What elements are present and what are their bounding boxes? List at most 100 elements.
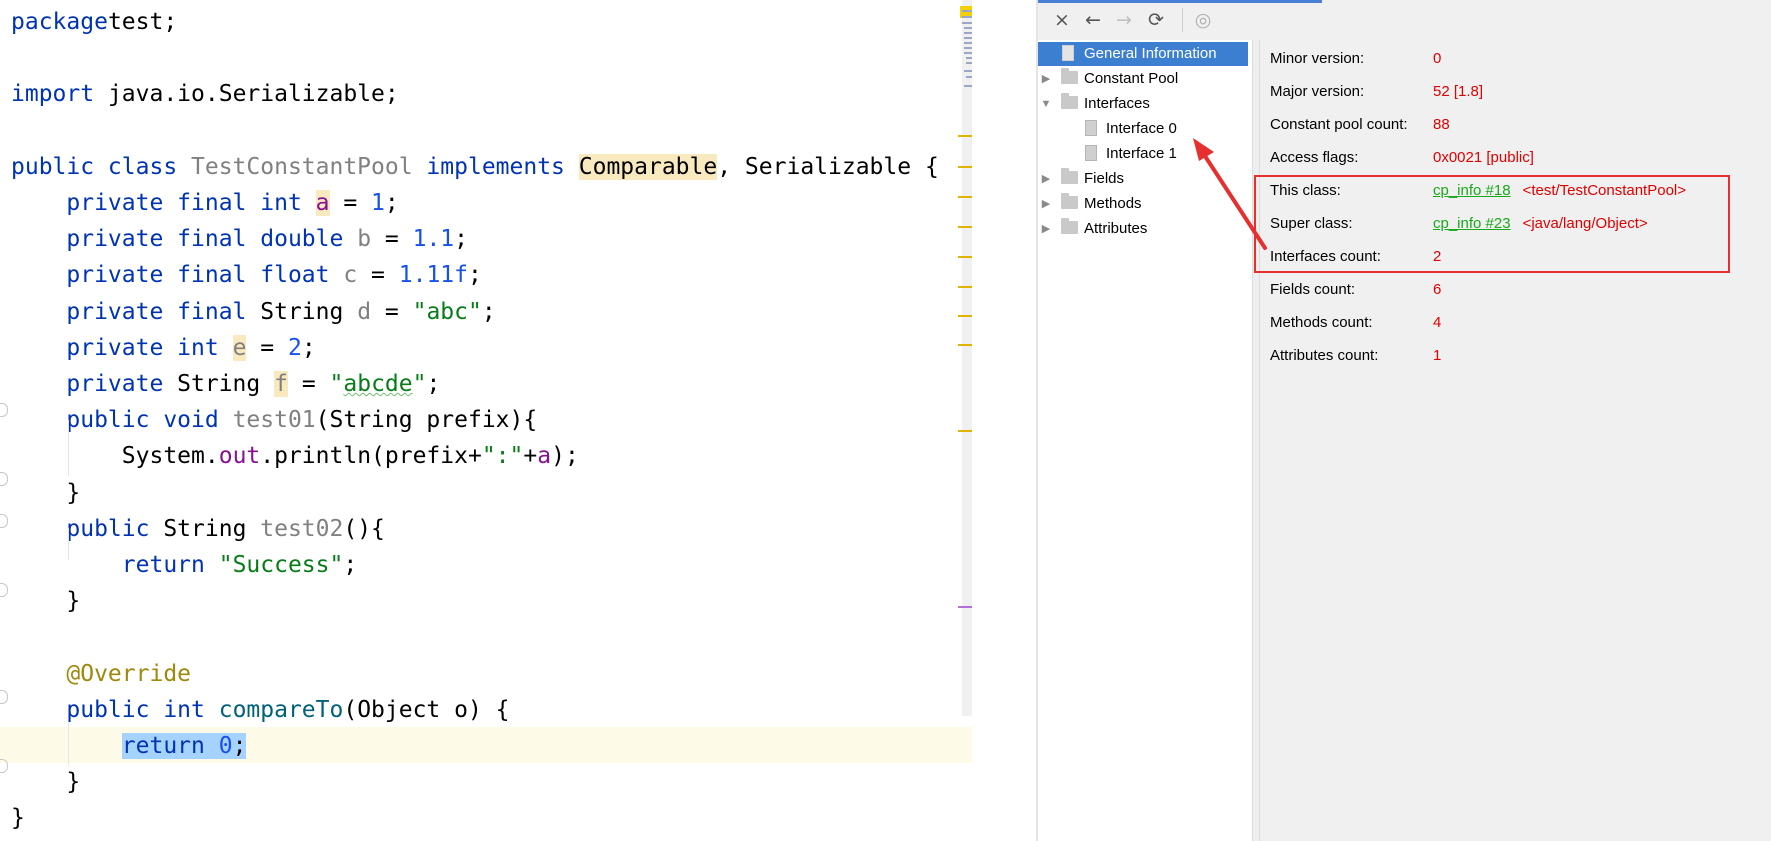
warning-marker[interactable]: [958, 135, 972, 137]
warning-marker[interactable]: [958, 166, 972, 168]
collapse-arrow-icon[interactable]: ▼: [1039, 92, 1053, 116]
info-marker[interactable]: [958, 606, 972, 608]
code-line[interactable]: System.out.println(prefix+":"+a);: [11, 438, 579, 474]
code-line[interactable]: return "Success";: [11, 547, 357, 583]
expand-arrow-icon[interactable]: ▶: [1039, 217, 1053, 241]
super-class-value: cp_info #23 <java/lang/Object>: [1433, 211, 1648, 237]
super-class-cp-link[interactable]: cp_info #23: [1433, 215, 1511, 232]
code-line[interactable]: }: [11, 764, 80, 800]
code-line[interactable]: import java.io.Serializable;: [11, 76, 399, 112]
code-line[interactable]: private String f = "abcde";: [11, 366, 440, 402]
indent-guide: [68, 722, 69, 766]
code-token: }: [11, 588, 81, 614]
code-token: public class: [11, 154, 192, 180]
code-token: @Override: [11, 661, 192, 687]
tree-item-general-information[interactable]: General Information: [1038, 42, 1248, 66]
methods-count-label: Methods count:: [1270, 314, 1373, 331]
code-line[interactable]: }: [11, 800, 25, 836]
this-class-cp-link[interactable]: cp_info #18: [1433, 182, 1511, 199]
code-token: Comparable: [578, 154, 718, 180]
warning-marker[interactable]: [958, 226, 972, 228]
code-token: ;: [468, 262, 482, 288]
code-token: =: [357, 262, 399, 288]
code-token: =: [287, 371, 330, 397]
tree-item-attributes[interactable]: ▶ Attributes: [1038, 217, 1248, 241]
viewer-toolbar: × ← → ⟳ ◎: [1038, 0, 1771, 40]
tree-item-interface-1[interactable]: Interface 1: [1038, 142, 1248, 166]
code-token: implements: [412, 154, 579, 180]
fold-marker[interactable]: [0, 514, 8, 528]
fold-marker[interactable]: [0, 403, 8, 417]
tree-item-methods[interactable]: ▶ Methods: [1038, 192, 1248, 216]
code-token: private int: [11, 335, 233, 361]
code-token: return: [121, 733, 219, 759]
refresh-icon[interactable]: ⟳: [1145, 9, 1167, 31]
code-line[interactable]: private int e = 2;: [11, 330, 316, 366]
code-line[interactable]: private final int a = 1;: [11, 185, 399, 221]
code-token: String: [260, 299, 358, 325]
expand-arrow-icon[interactable]: ▶: [1039, 167, 1053, 191]
this-class-name: <test/TestConstantPool>: [1522, 182, 1687, 199]
tree-splitter[interactable]: [1252, 40, 1260, 841]
code-token: ;: [426, 371, 441, 397]
code-token: 1: [371, 190, 385, 216]
code-token: e: [232, 335, 247, 361]
code-token: return: [11, 552, 219, 578]
code-line[interactable]: private final double b = 1.1;: [11, 221, 468, 257]
code-token: , Serializable {: [717, 154, 939, 180]
tree-item-constant-pool[interactable]: ▶ Constant Pool: [1038, 67, 1248, 91]
tree-item-label: Constant Pool: [1084, 70, 1179, 87]
expand-arrow-icon[interactable]: ▶: [1039, 67, 1053, 91]
warning-marker[interactable]: [958, 256, 972, 258]
expand-arrow-icon[interactable]: ▶: [1039, 192, 1053, 216]
code-token: ":": [481, 443, 524, 469]
fold-marker[interactable]: [0, 583, 8, 597]
tree-item-interface-0[interactable]: Interface 0: [1038, 117, 1248, 141]
code-token: 0: [218, 733, 233, 759]
attributes-count-label: Attributes count:: [1270, 347, 1379, 364]
tree-item-label: Interface 0: [1106, 120, 1177, 137]
fold-marker[interactable]: [0, 759, 8, 773]
web-icon[interactable]: ◎: [1192, 9, 1214, 31]
fold-marker[interactable]: [0, 472, 8, 486]
code-token: ;: [481, 299, 496, 325]
back-arrow-icon[interactable]: ←: [1082, 9, 1104, 31]
code-line[interactable]: }: [11, 583, 80, 619]
close-icon[interactable]: ×: [1051, 9, 1073, 31]
code-line[interactable]: public void test01(String prefix){: [11, 402, 537, 438]
access-flags-value: 0x0021 [public]: [1433, 149, 1534, 166]
code-line[interactable]: private final String d = "abc";: [11, 294, 496, 330]
tree-item-label: Attributes: [1084, 220, 1148, 237]
code-line[interactable]: }: [11, 475, 80, 511]
code-token: =: [329, 190, 372, 216]
tree-item-interfaces[interactable]: ▼ Interfaces: [1038, 92, 1248, 116]
warning-marker[interactable]: [958, 286, 972, 288]
code-token: d: [357, 299, 372, 325]
code-line[interactable]: private final float c = 1.11f;: [11, 257, 482, 293]
folder-icon: [1061, 193, 1078, 209]
code-line[interactable]: @Override: [11, 656, 191, 692]
warning-marker[interactable]: [958, 344, 972, 346]
code-token: compareTo: [218, 697, 344, 723]
code-token: test;: [107, 9, 178, 35]
code-token: ;: [454, 226, 468, 252]
warning-marker[interactable]: [958, 196, 972, 198]
code-line[interactable]: return 0;: [11, 728, 247, 764]
super-class-label: Super class:: [1270, 215, 1353, 232]
code-token: String: [177, 371, 275, 397]
code-token: (){: [343, 516, 385, 542]
code-token: "abc": [412, 299, 482, 325]
code-line[interactable]: packagetest;: [11, 4, 177, 40]
folder-icon: [1061, 168, 1078, 184]
warning-marker[interactable]: [958, 315, 972, 317]
code-editor[interactable]: packagetest; import java.io.Serializable;…: [0, 0, 972, 841]
code-line[interactable]: public int compareTo(Object o) {: [11, 692, 509, 728]
file-icon: [1062, 45, 1074, 61]
code-line[interactable]: public class TestConstantPool implements…: [11, 149, 939, 185]
tree-item-fields[interactable]: ▶ Fields: [1038, 167, 1248, 191]
fold-marker[interactable]: [0, 690, 8, 704]
warning-marker[interactable]: [958, 430, 972, 432]
editor-scrollbar[interactable]: [962, 0, 972, 716]
forward-arrow-icon[interactable]: →: [1113, 9, 1135, 31]
code-token: =: [371, 226, 413, 252]
